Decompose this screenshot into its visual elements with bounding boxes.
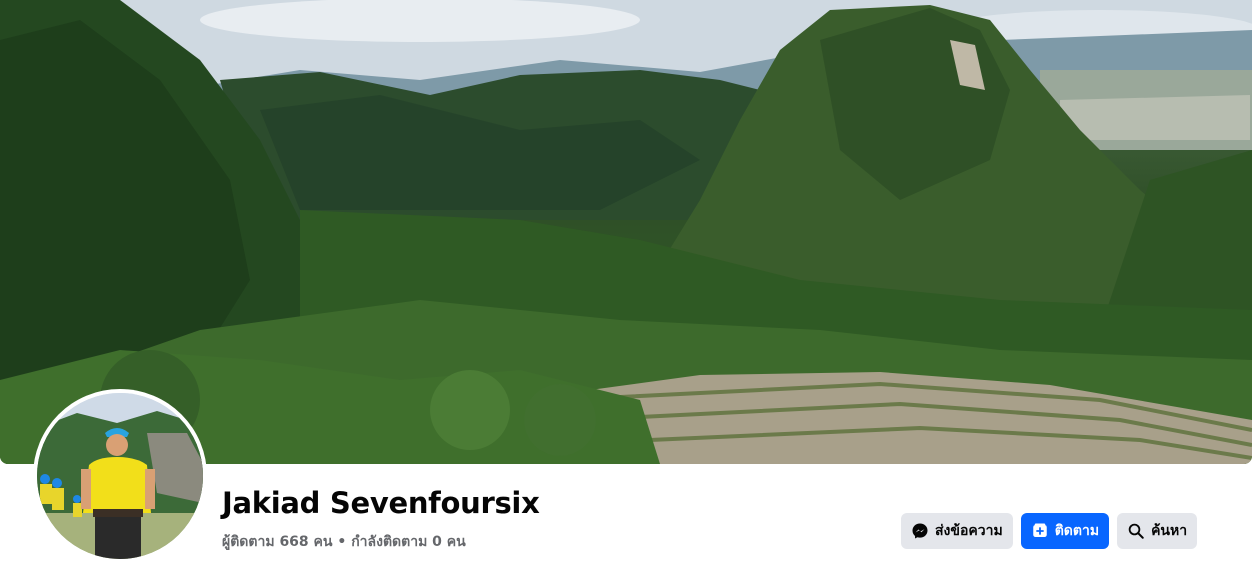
messenger-icon [911,522,929,540]
search-button[interactable]: ค้นหา [1117,513,1198,549]
avatar-person-illustration [37,393,203,559]
follow-add-icon [1031,522,1049,540]
followers-count-link[interactable]: ผู้ติดตาม 668 คน [222,534,332,550]
following-count-link[interactable]: กำลังติดตาม 0 คน [351,534,466,550]
profile-name: Jakiad Sevenfoursix [222,486,540,520]
search-button-label: ค้นหา [1151,523,1188,539]
profile-avatar[interactable] [33,389,207,563]
profile-actions: ส่งข้อความ ติดตาม ค้นหา [901,513,1198,549]
message-button[interactable]: ส่งข้อความ [901,513,1013,549]
message-button-label: ส่งข้อความ [935,523,1003,539]
profile-follow-stats: ผู้ติดตาม 668 คน • กำลังติดตาม 0 คน [222,531,466,553]
search-icon [1127,522,1145,540]
stats-separator: • [337,534,347,550]
follow-button[interactable]: ติดตาม [1020,513,1110,549]
avatar-photo [37,393,203,559]
follow-button-label: ติดตาม [1054,523,1100,539]
